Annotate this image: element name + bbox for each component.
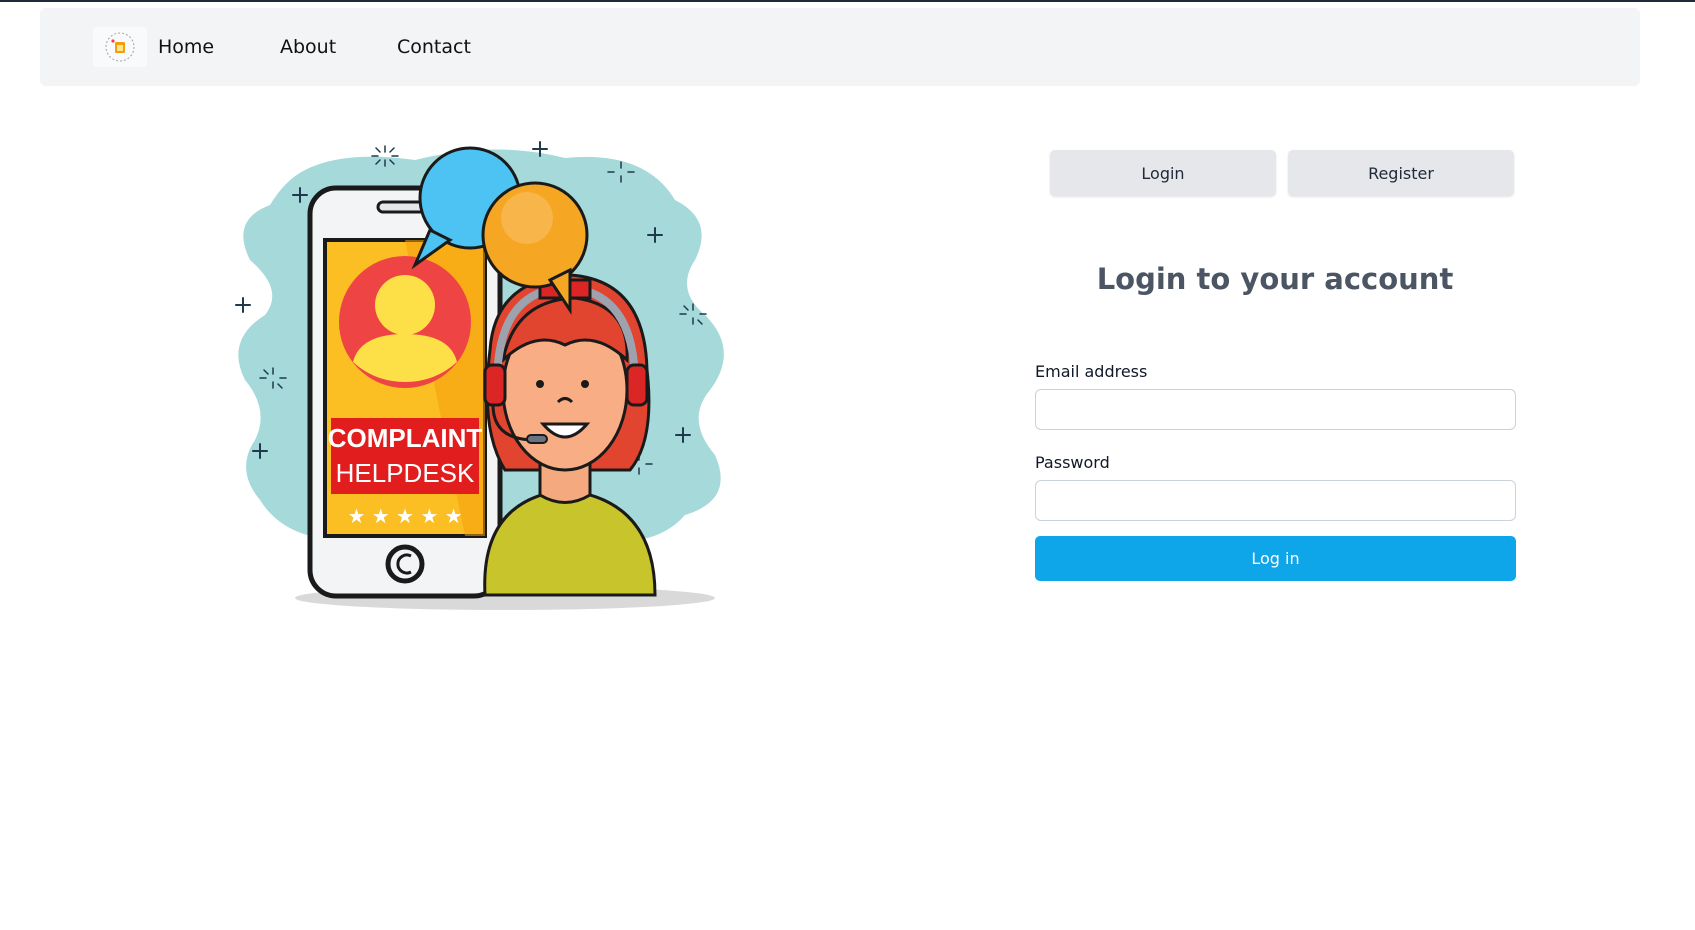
illustration-stars: ★ ★ ★ ★ ★ [347,504,462,528]
email-field[interactable] [1035,389,1516,430]
password-field[interactable] [1035,480,1516,521]
complaint-helpdesk-illustration: COMPLAINT HELPDESK ★ ★ ★ ★ ★ [235,140,765,610]
nav-link-contact[interactable]: Contact [397,33,471,61]
helpdesk-logo-icon[interactable] [93,27,147,67]
helpdesk-illustration-art: COMPLAINT HELPDESK ★ ★ ★ ★ ★ [235,141,724,610]
password-label: Password [1035,453,1110,472]
tab-login[interactable]: Login [1050,150,1276,196]
illustration-text-complaint: COMPLAINT [328,423,483,453]
illustration-text-helpdesk: HELPDESK [336,458,475,488]
nav-link-about[interactable]: About [280,33,336,61]
login-submit-button[interactable]: Log in [1035,536,1516,581]
nav-link-home[interactable]: Home [158,33,214,61]
email-label: Email address [1035,362,1148,381]
tab-register[interactable]: Register [1288,150,1514,196]
form-title: Login to your account [1096,262,1454,296]
top-navbar: Home About Contact [40,8,1640,86]
window-top-border [0,0,1695,2]
